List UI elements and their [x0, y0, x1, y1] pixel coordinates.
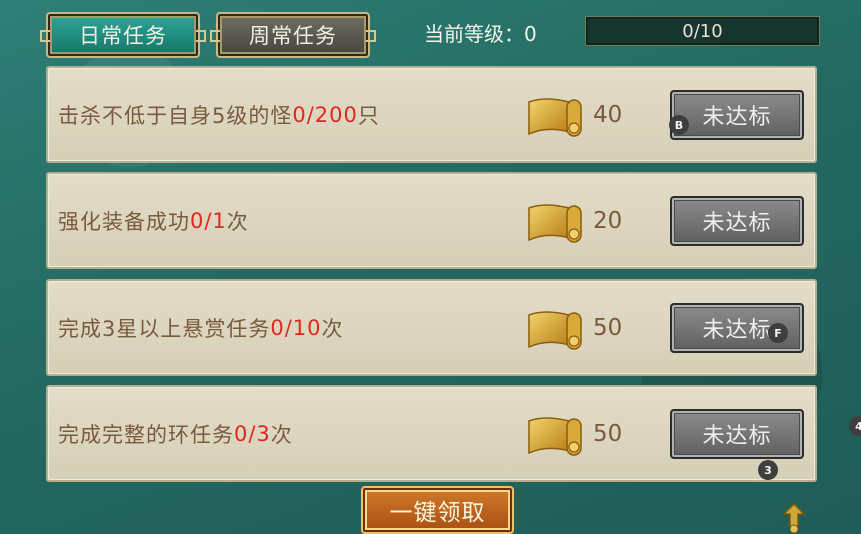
task-text: 击杀不低于自身5级的怪 [58, 103, 293, 128]
overlay-badge: 3 [758, 460, 778, 480]
claim-all-button[interactable]: 一键领取 [361, 486, 514, 534]
current-level-label: 当前等级：0 [424, 22, 537, 46]
tab-ornament-left [210, 30, 220, 42]
task-unit: 次 [321, 316, 344, 341]
level-progress-bar: 0/10 [585, 16, 820, 46]
tab-daily-tasks[interactable]: 日常任务 [40, 12, 206, 58]
task-text: 完成完整的环任务 [58, 422, 234, 447]
tab-weekly-label: 周常任务 [249, 24, 337, 48]
tab-weekly-tasks[interactable]: 周常任务 [210, 12, 376, 58]
task-row: 强化装备成功 0/1 次 20 未达标 [46, 172, 817, 269]
reward-amount: 40 [593, 101, 623, 128]
task-unit: 次 [226, 209, 249, 234]
task-progress: 0/3 [234, 421, 271, 446]
task-description: 完成3星以上悬赏任务 0/10 次 [58, 281, 344, 374]
reward-amount: 50 [593, 420, 623, 447]
task-progress: 0/10 [270, 315, 322, 340]
ornament-icon [782, 502, 806, 534]
task-status-button[interactable]: 未达标 [670, 196, 804, 246]
overlay-badge: 4 [849, 416, 861, 436]
task-row: 击杀不低于自身5级的怪 0/200 只 40 未达标 B [46, 66, 817, 163]
task-unit: 次 [270, 422, 293, 447]
task-progress: 0/1 [190, 208, 227, 233]
reward-amount: 20 [593, 207, 623, 234]
tab-ornament-left [40, 30, 50, 42]
task-row: 完成3星以上悬赏任务 0/10 次 50 未达标 F [46, 279, 817, 376]
tab-daily-label: 日常任务 [79, 24, 167, 48]
reward-amount: 50 [593, 314, 623, 341]
task-description: 强化装备成功 0/1 次 [58, 174, 249, 267]
level-progress-text: 0/10 [682, 20, 723, 42]
scroll-icon [528, 204, 582, 243]
scroll-icon [528, 417, 582, 456]
task-status-button[interactable]: 未达标 [670, 90, 804, 140]
overlay-badge: B [669, 115, 689, 135]
task-progress: 0/200 [292, 102, 358, 127]
tab-ornament-right [196, 30, 206, 42]
tab-ornament-right [366, 30, 376, 42]
task-description: 击杀不低于自身5级的怪 0/200 只 [58, 68, 380, 161]
task-text: 强化装备成功 [58, 209, 190, 234]
task-row: 完成完整的环任务 0/3 次 50 未达标 3 [46, 385, 817, 482]
task-text: 完成3星以上悬赏任务 [58, 316, 271, 341]
scroll-icon [528, 98, 582, 137]
task-description: 完成完整的环任务 0/3 次 [58, 387, 293, 480]
task-unit: 只 [357, 103, 380, 128]
task-status-button[interactable]: 未达标 [670, 409, 804, 459]
overlay-badge: F [768, 323, 788, 343]
scroll-icon [528, 311, 582, 350]
